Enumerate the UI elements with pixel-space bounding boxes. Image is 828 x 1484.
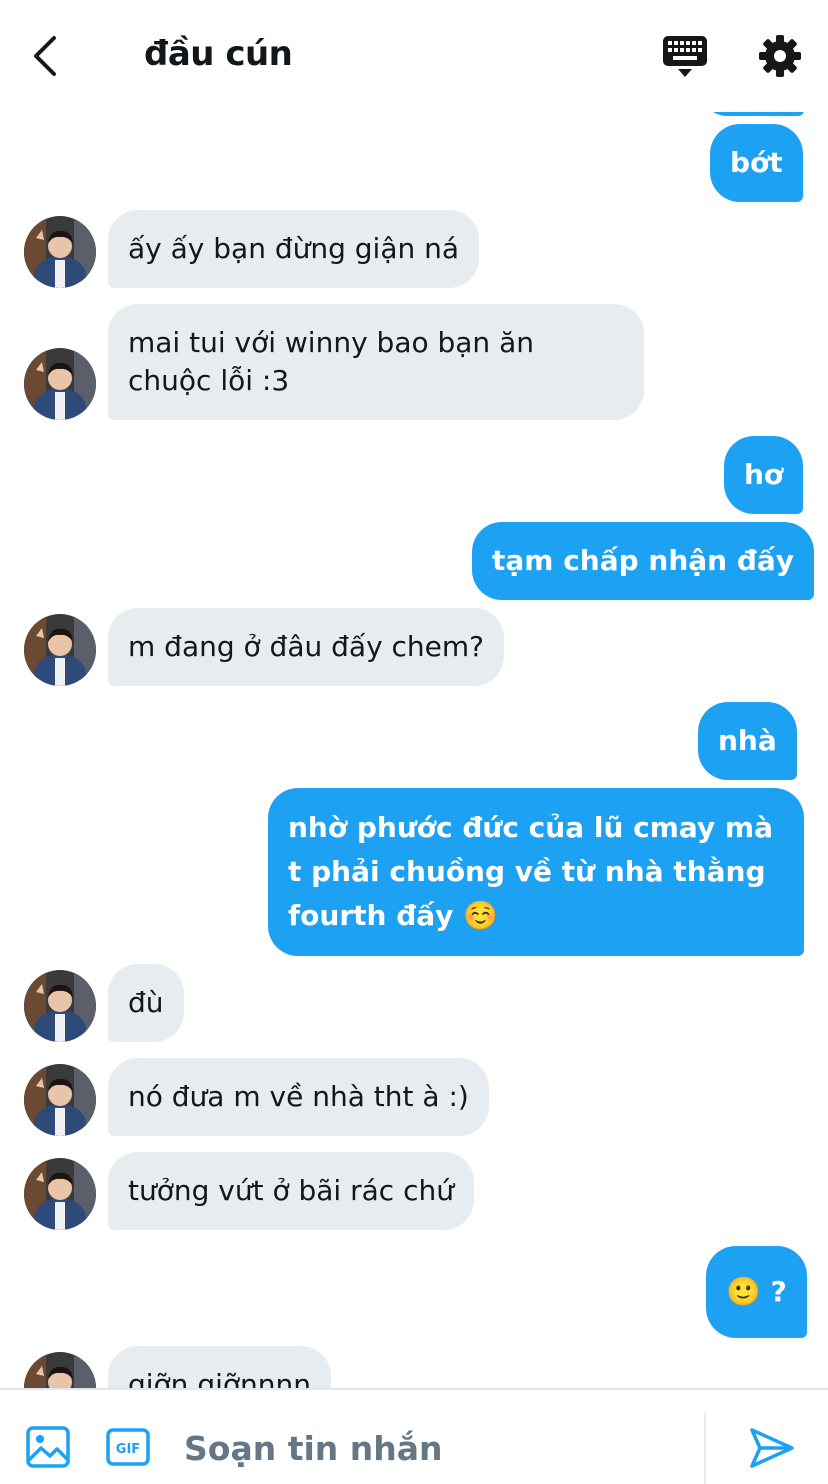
message-text: nhà xyxy=(718,724,777,757)
message-text: 🙂 ? xyxy=(726,1275,787,1308)
message-bubble-incoming[interactable]: mai tui với winny bao bạn ăn chuộc lỗi :… xyxy=(108,304,644,420)
message-composer: GIF xyxy=(0,1388,828,1484)
keyboard-button[interactable] xyxy=(660,34,710,80)
dm-conversation-screen: bớt ấy ấy bạn đừng giận ná mai tui với w… xyxy=(0,0,828,1484)
composer-divider xyxy=(704,1412,706,1484)
message-text: tưởng vứt ở bãi rác chứ xyxy=(128,1174,454,1207)
message-input[interactable] xyxy=(176,1418,676,1478)
back-arrow-icon xyxy=(34,36,56,76)
add-gif-button[interactable]: GIF xyxy=(106,1428,150,1466)
message-bubble-incoming[interactable]: tưởng vứt ở bãi rác chứ xyxy=(108,1152,474,1230)
message-text: ấy ấy bạn đừng giận ná xyxy=(128,232,460,265)
back-button[interactable] xyxy=(22,30,74,82)
message-list[interactable]: bớt ấy ấy bạn đừng giận ná mai tui với w… xyxy=(0,0,828,1388)
avatar[interactable] xyxy=(24,614,96,686)
image-icon xyxy=(26,1426,70,1468)
message-bubble-incoming[interactable]: đù xyxy=(108,964,184,1042)
message-bubble-outgoing[interactable]: hơ xyxy=(724,436,804,514)
message-bubble-incoming[interactable]: ấy ấy bạn đừng giận ná xyxy=(108,210,480,288)
add-image-button[interactable] xyxy=(26,1426,70,1468)
message-bubble-incoming[interactable]: nó đưa m về nhà tht à :) xyxy=(108,1058,489,1136)
avatar[interactable] xyxy=(24,1158,96,1230)
avatar[interactable] xyxy=(24,1064,96,1136)
message-bubble-outgoing[interactable]: nhà xyxy=(698,702,797,780)
message-text: nhờ phước đức của lũ cmay mà t phải chuồ… xyxy=(288,811,773,932)
message-text: tạm chấp nhận đấy xyxy=(492,544,795,577)
avatar[interactable] xyxy=(24,1352,96,1388)
message-bubble-incoming[interactable]: m đang ở đâu đấy chem? xyxy=(108,608,505,686)
message-bubble-outgoing[interactable]: tạm chấp nhận đấy xyxy=(472,522,815,600)
send-icon xyxy=(750,1428,794,1468)
message-text: bớt xyxy=(730,146,783,179)
gif-label: GIF xyxy=(116,1442,140,1457)
avatar[interactable] xyxy=(24,348,96,420)
message-bubble-outgoing[interactable]: bớt xyxy=(710,124,803,202)
message-bubble-outgoing[interactable]: 🙂 ? xyxy=(706,1246,807,1338)
message-bubble-outgoing[interactable]: nhờ phước đức của lũ cmay mà t phải chuồ… xyxy=(268,788,804,956)
message-text: m đang ở đâu đấy chem? xyxy=(128,630,485,663)
message-text: hơ xyxy=(744,458,784,491)
settings-button[interactable] xyxy=(756,32,804,80)
conversation-header: đầu cún xyxy=(0,0,828,112)
message-text: mai tui với winny bao bạn ăn chuộc lỗi :… xyxy=(128,326,534,397)
avatar[interactable] xyxy=(24,216,96,288)
conversation-title: đầu cún xyxy=(144,34,293,74)
message-text: giỡn giỡnnnn xyxy=(128,1368,311,1388)
avatar[interactable] xyxy=(24,970,96,1042)
message-text: đù xyxy=(128,986,164,1019)
send-button[interactable] xyxy=(748,1426,796,1470)
message-bubble-incoming[interactable]: giỡn giỡnnnn xyxy=(108,1346,331,1388)
keyboard-icon xyxy=(663,36,707,77)
gif-icon: GIF xyxy=(106,1428,150,1466)
gear-icon xyxy=(759,35,801,77)
message-text: nó đưa m về nhà tht à :) xyxy=(128,1080,469,1113)
